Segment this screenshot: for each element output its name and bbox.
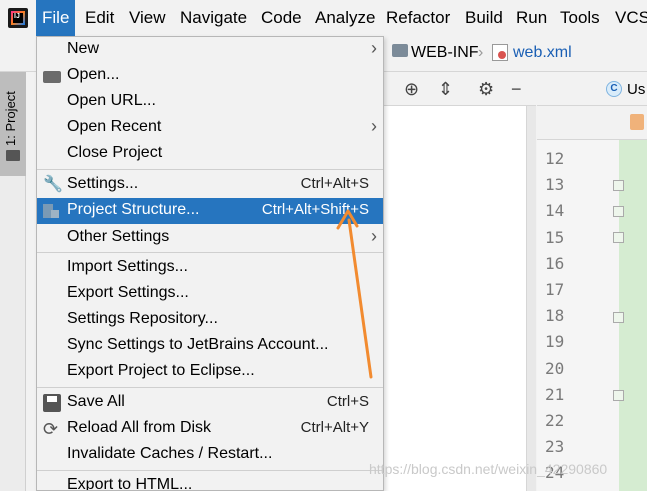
- watermark: https://blog.csdn.net/weixin_42290860: [369, 461, 608, 477]
- annotation-arrow: [336, 209, 373, 379]
